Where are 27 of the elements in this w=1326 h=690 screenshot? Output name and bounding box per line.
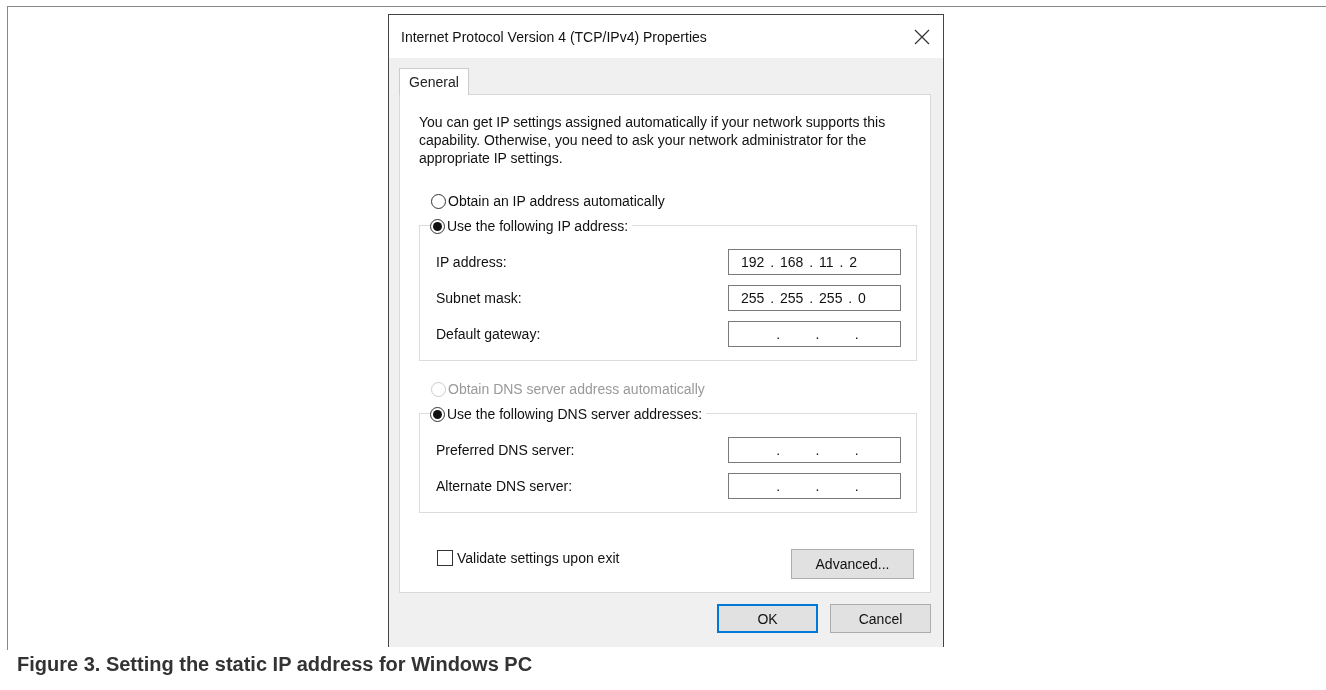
ip-address-field[interactable]: 192 . 168 . 11 . 2 bbox=[728, 249, 901, 275]
field-label: IP address: bbox=[436, 254, 507, 270]
description-text: You can get IP settings assigned automatically if your network supports this capability. Otherwise, you need to ask your network administrator for the appropriate IP settings. bbox=[419, 113, 887, 167]
ip-address-field[interactable]: 255 . 255 . 255 . 0 bbox=[728, 285, 901, 311]
field-label: Preferred DNS server: bbox=[436, 442, 575, 458]
checkbox-label: Validate settings upon exit bbox=[457, 550, 620, 566]
tab[interactable]: General bbox=[399, 68, 469, 95]
checkbox[interactable] bbox=[437, 550, 453, 566]
figure-caption: Figure 3. Setting the static IP address for Windows PC bbox=[17, 653, 534, 676]
radio-button[interactable] bbox=[431, 193, 446, 209]
ip-address-field[interactable]: . . . bbox=[728, 437, 901, 463]
field-label: Alternate DNS server: bbox=[436, 478, 573, 494]
window-title: Internet Protocol Version 4 (TCP/IPv4) Properties bbox=[401, 28, 707, 45]
radio-label: Use the following IP address: bbox=[447, 218, 629, 234]
close-icon[interactable] bbox=[914, 28, 930, 45]
dialog-button[interactable]: OK bbox=[717, 604, 818, 633]
radio-button[interactable] bbox=[430, 218, 445, 234]
field-label: Default gateway: bbox=[436, 326, 541, 342]
advanced-button[interactable]: Advanced... bbox=[791, 549, 914, 579]
radio-label: Use the following DNS server addresses: bbox=[447, 406, 703, 422]
radio-label: Obtain DNS server address automatically bbox=[448, 381, 705, 397]
radio-label: Obtain an IP address automatically bbox=[448, 193, 665, 209]
radio-button[interactable] bbox=[430, 406, 445, 422]
ip-address-field[interactable]: . . . bbox=[728, 473, 901, 499]
dialog-button[interactable]: Cancel bbox=[830, 604, 931, 633]
field-label: Subnet mask: bbox=[436, 290, 522, 306]
ip-address-field[interactable]: . . . bbox=[728, 321, 901, 347]
